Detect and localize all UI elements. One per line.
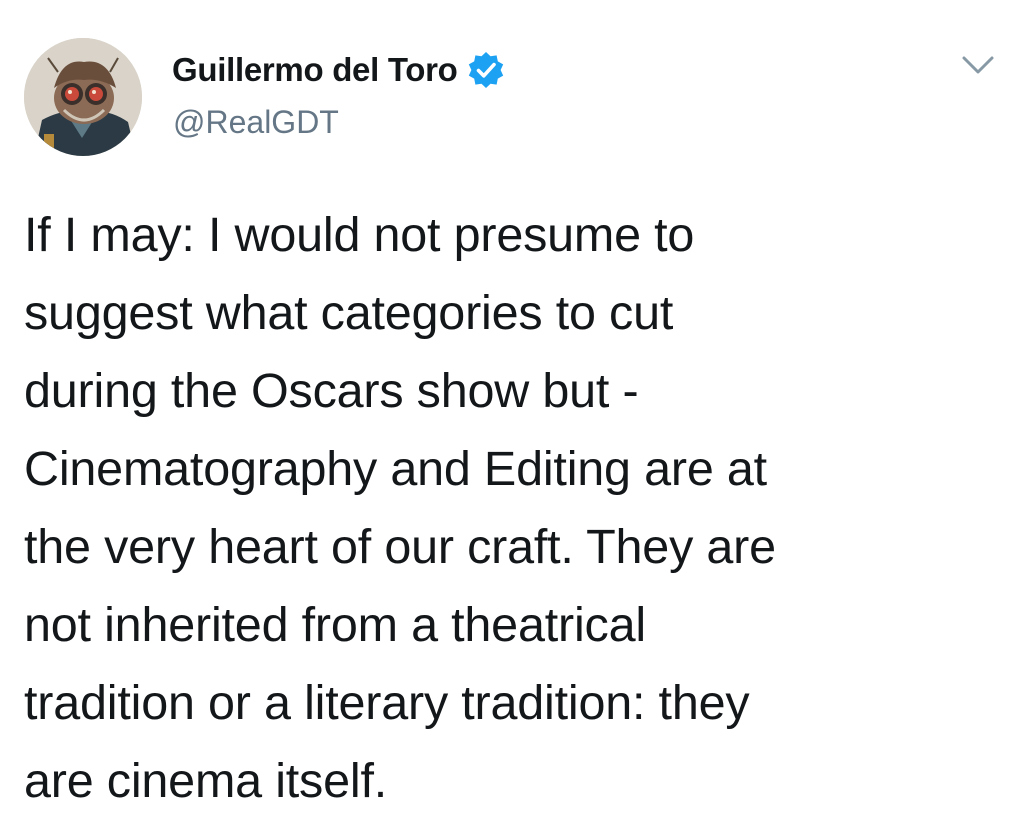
character-avatar-icon	[24, 38, 142, 156]
profile-avatar[interactable]	[24, 38, 142, 156]
author-handle[interactable]: @RealGDT	[173, 102, 339, 142]
chevron-down-icon[interactable]	[958, 50, 998, 80]
author-name-row[interactable]: Guillermo del Toro	[172, 50, 506, 90]
tweet-card: Guillermo del Toro @RealGDT If I may: I …	[0, 0, 1024, 819]
verified-badge-icon	[468, 52, 503, 88]
author-display-name[interactable]: Guillermo del Toro	[172, 50, 458, 90]
tweet-body-text: If I may: I would not presume to suggest…	[24, 208, 776, 808]
